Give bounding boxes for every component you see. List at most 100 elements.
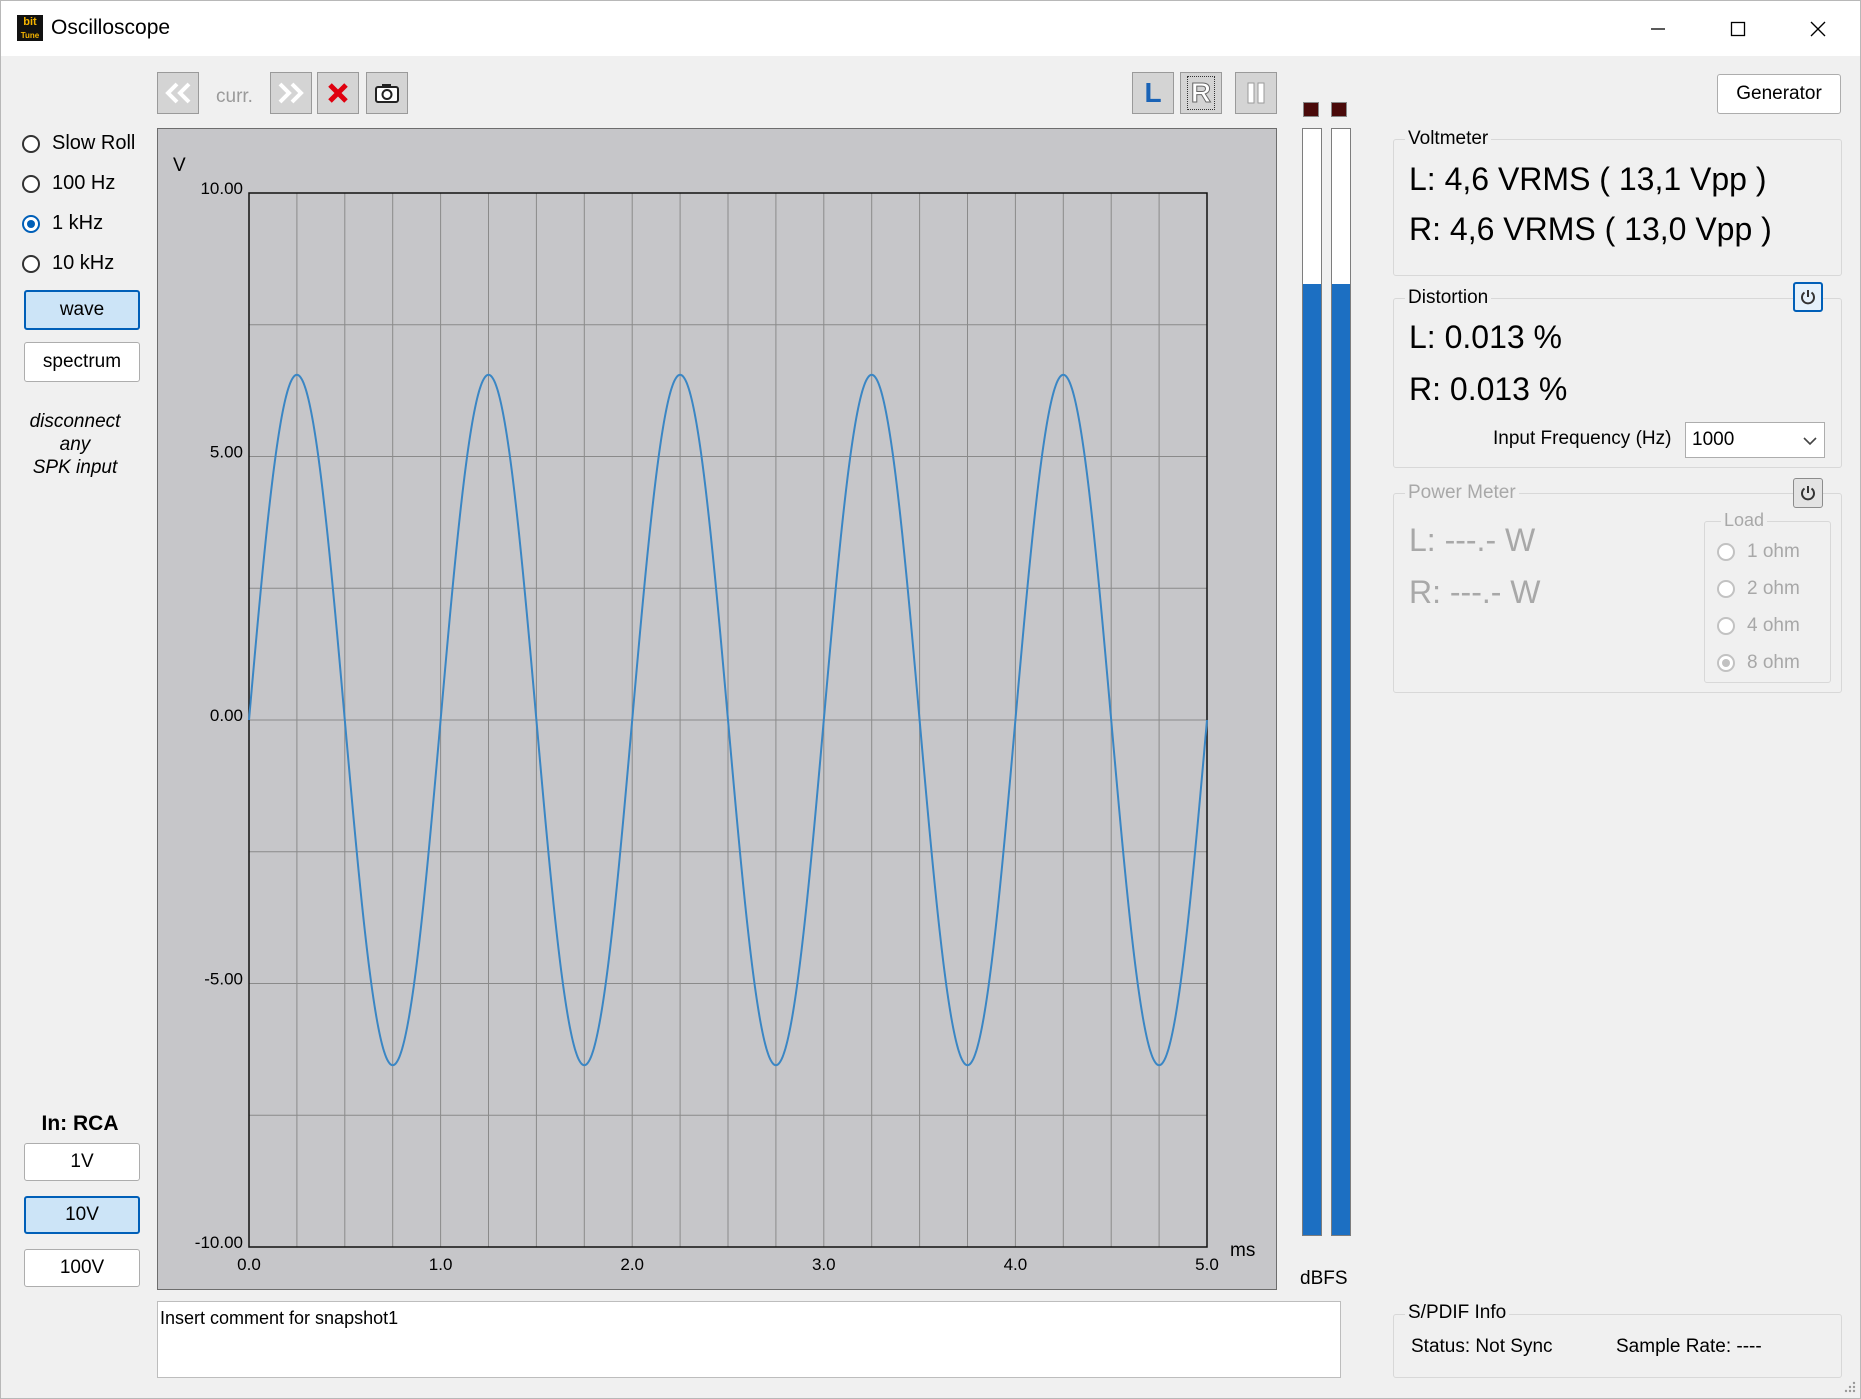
power-icon: [1801, 290, 1815, 305]
load-option-2-ohm[interactable]: 2 ohm: [1717, 578, 1800, 600]
input-frequency-value: 1000: [1692, 429, 1735, 450]
y-tick-label: -5.00: [204, 970, 243, 989]
window-title: Oscilloscope: [51, 16, 171, 39]
double-chevron-left-icon: [165, 82, 191, 104]
spdif-status: Status: Not Sync: [1411, 1336, 1553, 1357]
radio-icon: [22, 134, 40, 153]
radio-selected-dot: [1722, 659, 1730, 667]
generator-button[interactable]: Generator: [1717, 74, 1841, 114]
pause-button[interactable]: [1235, 72, 1277, 114]
rate-label: 100 Hz: [52, 172, 116, 194]
radio-icon: [1717, 543, 1735, 561]
x-tick-label: 5.0: [1195, 1255, 1219, 1274]
input-frequency-label: Input Frequency (Hz): [1493, 428, 1672, 449]
previous-snapshot-button[interactable]: [157, 72, 199, 114]
right-level-meter: [1331, 128, 1351, 1236]
left-level-bar: [1303, 283, 1321, 1235]
next-snapshot-button[interactable]: [270, 72, 312, 114]
close-icon: [1810, 21, 1826, 36]
right-channel-toggle[interactable]: R: [1180, 72, 1222, 114]
x-tick-label: 3.0: [812, 1255, 836, 1274]
double-chevron-right-icon: [278, 82, 304, 104]
left-channel-toggle[interactable]: L: [1132, 72, 1174, 114]
radio-icon: [22, 254, 40, 273]
range-100v-button[interactable]: 100V: [24, 1249, 140, 1287]
spdif-sample-rate: Sample Rate: ----: [1616, 1336, 1762, 1357]
voltmeter-group: [1393, 139, 1842, 276]
channel-r-icon: R: [1186, 76, 1216, 110]
radio-icon: [22, 174, 40, 193]
maximize-button[interactable]: [1698, 1, 1778, 56]
spectrum-button[interactable]: spectrum: [24, 342, 140, 382]
current-label: curr.: [216, 86, 253, 107]
channel-l-icon: L: [1144, 77, 1162, 108]
range-1v-button[interactable]: 1V: [24, 1143, 140, 1181]
y-tick-label: 0.00: [210, 706, 243, 725]
left-clip-indicator: [1303, 102, 1319, 117]
radio-icon: [22, 214, 40, 233]
oscilloscope-chart[interactable]: 10.00 5.00 0.00 -5.00 -10.00 0.0 1.0 2.0 3.0 4.0…: [157, 128, 1277, 1290]
distortion-power-button[interactable]: [1793, 282, 1823, 312]
wave-button[interactable]: wave: [24, 290, 140, 330]
radio-icon: [1717, 654, 1735, 672]
power-meter-power-button[interactable]: [1793, 478, 1823, 508]
range-10v-button[interactable]: 10V: [24, 1196, 140, 1234]
oscilloscope-window: bit Tune Oscilloscope Slow Roll 100 Hz 1…: [0, 0, 1861, 1399]
rate-option-100hz[interactable]: 100 Hz: [22, 172, 115, 195]
load-option-4-ohm[interactable]: 4 ohm: [1717, 615, 1800, 637]
load-option-1-ohm[interactable]: 1 ohm: [1717, 541, 1800, 563]
snapshot-comment-input[interactable]: Insert comment for snapshot1: [157, 1301, 1341, 1378]
x-tick-label: 0.0: [237, 1255, 261, 1274]
minimize-button[interactable]: [1618, 1, 1698, 56]
left-level-meter: [1302, 128, 1322, 1236]
rate-option-1khz[interactable]: 1 kHz: [22, 212, 103, 235]
right-level-bar: [1332, 283, 1350, 1235]
load-option-8-ohm[interactable]: 8 ohm: [1717, 652, 1800, 674]
resize-grip-icon[interactable]: [1841, 1379, 1857, 1395]
close-button[interactable]: [1778, 1, 1858, 56]
rate-label: Slow Roll: [52, 132, 136, 154]
distortion-title: Distortion: [1405, 287, 1492, 309]
x-tick-label: 4.0: [1004, 1255, 1028, 1274]
minimize-icon: [1651, 27, 1665, 30]
y-tick-label: -10.00: [195, 1233, 243, 1252]
voltmeter-title: Voltmeter: [1405, 128, 1492, 150]
title-bar: bit Tune Oscilloscope: [1, 1, 1860, 56]
app-logo-icon: bit Tune: [17, 15, 43, 41]
x-tick-label: 2.0: [620, 1255, 644, 1274]
distortion-right: R: 0.013 %: [1409, 371, 1568, 407]
snapshot-button[interactable]: [366, 72, 408, 114]
power-left: L: ---.- W: [1409, 522, 1536, 558]
radio-icon: [1717, 580, 1735, 598]
power-icon: [1801, 486, 1815, 501]
power-meter-title: Power Meter: [1405, 482, 1519, 504]
power-right: R: ---.- W: [1409, 574, 1541, 610]
radio-icon: [1717, 617, 1735, 635]
voltmeter-right: R: 4,6 VRMS ( 13,0 Vpp ): [1409, 211, 1772, 247]
maximize-icon: [1730, 21, 1746, 36]
y-tick-label: 10.00: [200, 179, 243, 198]
x-tick-label: 1.0: [429, 1255, 453, 1274]
dbfs-label: dBFS: [1300, 1268, 1348, 1289]
input-frequency-select[interactable]: 1000: [1685, 422, 1825, 458]
load-title: Load: [1721, 510, 1768, 531]
rate-label: 1 kHz: [52, 212, 104, 234]
delete-snapshot-button[interactable]: [317, 72, 359, 114]
distortion-left: L: 0.013 %: [1409, 319, 1562, 355]
x-axis-label: ms: [1230, 1240, 1255, 1261]
y-axis-label: V: [173, 155, 186, 176]
red-x-icon: [328, 83, 348, 103]
waveform-plot: 10.00 5.00 0.00 -5.00 -10.00 0.0 1.0 2.0 3.0 4.0…: [157, 128, 1277, 1290]
rate-option-slow-roll[interactable]: Slow Roll: [22, 132, 135, 155]
spdif-title: S/PDIF Info: [1405, 1302, 1510, 1324]
spk-hint: disconnect any SPK input: [29, 411, 121, 478]
camera-icon: [375, 84, 399, 103]
rate-label: 10 kHz: [52, 252, 115, 274]
chevron-down-icon: [1803, 437, 1817, 446]
input-label: In: RCA: [41, 1112, 119, 1135]
y-tick-label: 5.00: [210, 443, 243, 462]
pause-icon: [1247, 82, 1265, 104]
voltmeter-left: L: 4,6 VRMS ( 13,1 Vpp ): [1409, 161, 1767, 197]
right-clip-indicator: [1331, 102, 1347, 117]
rate-option-10khz[interactable]: 10 kHz: [22, 252, 114, 275]
